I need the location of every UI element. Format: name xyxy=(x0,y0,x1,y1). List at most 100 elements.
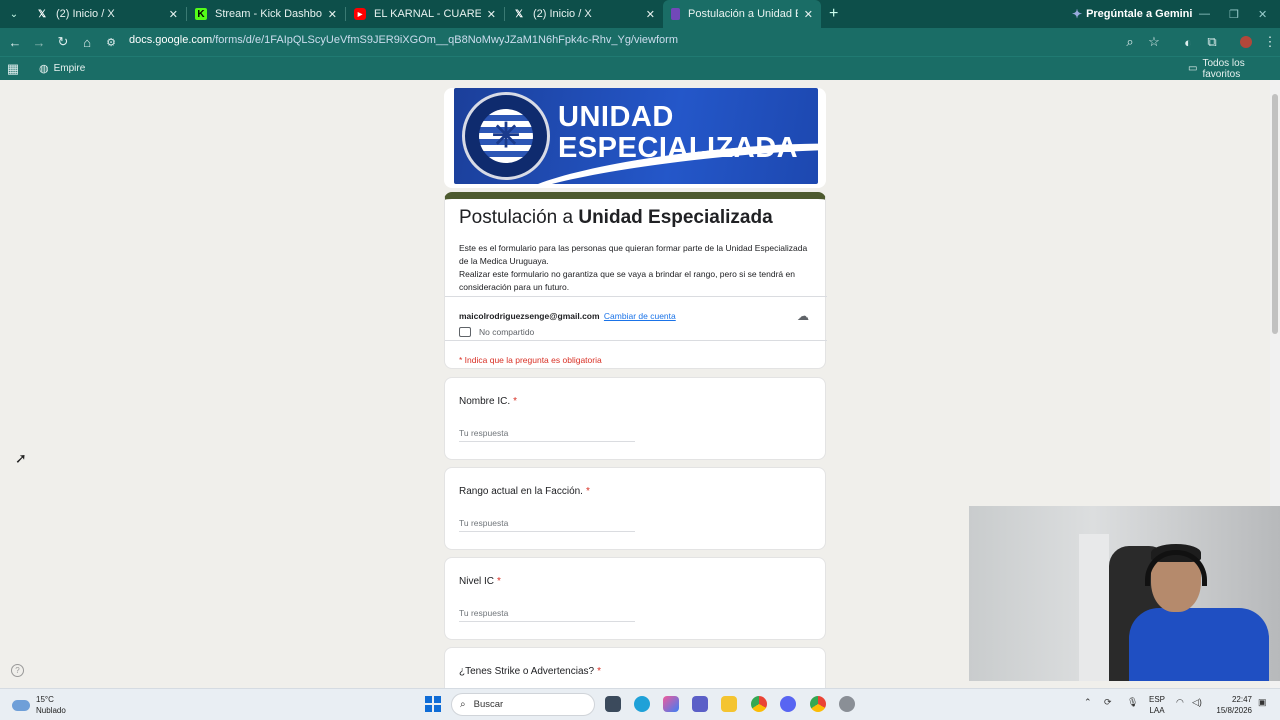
divider xyxy=(445,340,827,341)
menu-icon[interactable]: ⋮ xyxy=(1258,30,1280,54)
all-bookmarks[interactable]: ▭ Todos los favoritos xyxy=(1188,58,1280,80)
divider xyxy=(445,296,827,297)
tab-youtube[interactable]: ▶ EL KARNAL - CUAREIM (EnLaPe ✕ xyxy=(346,0,504,28)
required-asterisk: * xyxy=(497,576,501,587)
settings-app-icon[interactable] xyxy=(839,696,855,712)
answer-input-nombre[interactable] xyxy=(459,424,635,442)
question-label: Nivel IC * xyxy=(459,576,501,587)
close-icon[interactable]: ✕ xyxy=(487,8,496,21)
puzzle-icon[interactable]: ⧉ xyxy=(1200,30,1224,54)
answer-input-nivel[interactable] xyxy=(459,604,635,622)
switch-account-link[interactable]: Cambiar de cuenta xyxy=(604,311,676,321)
url-bar[interactable]: docs.google.com/forms/d/e/1FAIpQLScyUeVf… xyxy=(129,34,678,46)
close-icon[interactable]: ✕ xyxy=(328,8,337,21)
zoom-icon[interactable]: ⌕ xyxy=(1118,30,1142,54)
scrollbar-thumb[interactable] xyxy=(1272,94,1278,334)
new-tab-icon[interactable]: + xyxy=(829,5,838,23)
tab-x-2[interactable]: 𝕏 (2) Inicio / X ✕ xyxy=(505,0,663,28)
close-icon[interactable]: ✕ xyxy=(804,8,813,21)
question-text: ¿Tenes Strike o Advertencias? xyxy=(459,666,595,677)
extension-icon[interactable]: ◐ xyxy=(1176,30,1200,54)
address-toolbar: ← → ↻ ⌂ ⚙ docs.google.com/forms/d/e/1FAI… xyxy=(0,28,1280,56)
taskbar-search[interactable]: ⌕ Buscar xyxy=(451,693,595,716)
form-header-banner: ✳ UNIDAD ESPECIALIZADA xyxy=(444,88,826,188)
minimize-icon[interactable]: — xyxy=(1199,0,1210,28)
copilot-icon[interactable] xyxy=(663,696,679,712)
cloud-save-icon[interactable]: ☁ xyxy=(797,309,811,323)
question-text: Nivel IC xyxy=(459,576,495,587)
kick-icon: K xyxy=(195,8,207,20)
apps-grid-icon[interactable]: ▦ xyxy=(1,57,25,81)
windows-start-icon[interactable] xyxy=(425,696,441,712)
discord-icon[interactable] xyxy=(780,696,796,712)
question-label: ¿Tenes Strike o Advertencias? * xyxy=(459,666,601,677)
url-host: docs.google.com xyxy=(129,34,213,46)
wifi-icon[interactable]: ◠ xyxy=(1176,697,1184,708)
tab-forms-active[interactable]: Postulación a Unidad Especializ ✕ xyxy=(663,0,821,28)
sync-icon[interactable]: ⟳ xyxy=(1104,697,1112,708)
volume-icon[interactable]: ◁) xyxy=(1192,697,1202,708)
form-title-card: Postulación a Unidad Especializada Este … xyxy=(444,192,827,369)
answer-input-rango[interactable] xyxy=(459,514,635,532)
question-card-nivel: Nivel IC * xyxy=(444,557,826,640)
question-text: Nombre IC. xyxy=(459,396,511,407)
weather-widget[interactable]: 15°C Nublado xyxy=(12,694,66,716)
chrome-icon[interactable] xyxy=(751,696,767,712)
question-card-strike: ¿Tenes Strike o Advertencias? * xyxy=(444,647,826,688)
tab-title: Postulación a Unidad Especializ xyxy=(688,8,798,20)
not-shared-label: No compartido xyxy=(479,327,535,337)
globe-icon: ◍ xyxy=(39,63,49,75)
teams-icon[interactable] xyxy=(692,696,708,712)
webcam-background xyxy=(1079,534,1109,681)
site-info-icon[interactable]: ⚙ xyxy=(99,30,123,54)
temperature: 15°C xyxy=(36,695,54,704)
x-icon: 𝕏 xyxy=(514,8,524,20)
webcam-person xyxy=(1129,544,1269,681)
tab-title: Stream - Kick Dashboard xyxy=(215,8,322,20)
bookmark-empire[interactable]: ◍ Empire xyxy=(39,62,85,75)
medica-uruguaya-seal: ✳ xyxy=(462,92,550,180)
tab-x-1[interactable]: 𝕏 (2) Inicio / X ✕ xyxy=(28,0,186,28)
description-line-1: Este es el formulario para las personas … xyxy=(459,243,808,266)
help-icon[interactable]: ? xyxy=(11,664,24,677)
windows-taskbar: 15°C Nublado ⌕ Buscar ⌃ ⟳ 🎙 ESP LAA ◠ ◁)… xyxy=(0,688,1280,720)
microphone-icon[interactable]: 🎙 xyxy=(1127,697,1138,708)
forward-icon[interactable]: → xyxy=(27,30,51,54)
home-icon[interactable]: ⌂ xyxy=(75,30,99,54)
sharing-status: No compartido xyxy=(459,327,534,337)
maximize-icon[interactable]: ❐ xyxy=(1229,0,1239,28)
webcam-overlay xyxy=(969,506,1280,681)
close-icon[interactable]: ✕ xyxy=(646,8,655,21)
url-path: /forms/d/e/1FAIpQLScyUeVfmS9JER9iXGOm__q… xyxy=(212,34,678,46)
gemini-button[interactable]: ✦ Pregúntale a Gemini xyxy=(1072,0,1192,28)
clock-time: 22:47 xyxy=(1231,695,1252,704)
profile-avatar[interactable] xyxy=(1234,30,1258,54)
gemini-label: Pregúntale a Gemini xyxy=(1086,8,1193,20)
all-bookmarks-label: Todos los favoritos xyxy=(1202,57,1245,80)
folder-icon: ▭ xyxy=(1188,63,1198,74)
youtube-icon: ▶ xyxy=(354,8,366,20)
bookmark-star-icon[interactable]: ☆ xyxy=(1142,30,1166,54)
form-title-prefix: Postulación a xyxy=(459,207,579,228)
file-explorer-icon[interactable] xyxy=(721,696,737,712)
window-close-icon[interactable]: ✕ xyxy=(1258,0,1267,28)
notifications-icon[interactable]: ▣ xyxy=(1258,697,1267,708)
gemini-icon: ✦ xyxy=(1072,7,1083,21)
system-clock[interactable]: 22:47 15/8/2026 xyxy=(1210,694,1252,716)
reload-icon[interactable]: ↻ xyxy=(51,30,75,54)
tab-search-icon[interactable]: ⌄ xyxy=(0,0,28,28)
chrome-profile-icon[interactable] xyxy=(810,696,826,712)
input-language[interactable]: ESP LAA xyxy=(1148,694,1166,716)
question-text: Rango actual en la Facción. xyxy=(459,486,583,497)
edge-icon[interactable] xyxy=(634,696,650,712)
close-icon[interactable]: ✕ xyxy=(169,8,178,21)
cloud-weather-icon xyxy=(12,699,30,711)
tray-expand-icon[interactable]: ⌃ xyxy=(1084,697,1092,708)
back-icon[interactable]: ← xyxy=(3,30,27,54)
question-label: Rango actual en la Facción. * xyxy=(459,486,590,497)
question-label: Nombre IC. * xyxy=(459,396,517,407)
account-row: maicolrodriguezsenge@gmail.com Cambiar d… xyxy=(459,311,676,321)
tab-kick[interactable]: K Stream - Kick Dashboard ✕ xyxy=(187,0,345,28)
task-view-icon[interactable] xyxy=(605,696,621,712)
tab-title: (2) Inicio / X xyxy=(56,8,115,20)
